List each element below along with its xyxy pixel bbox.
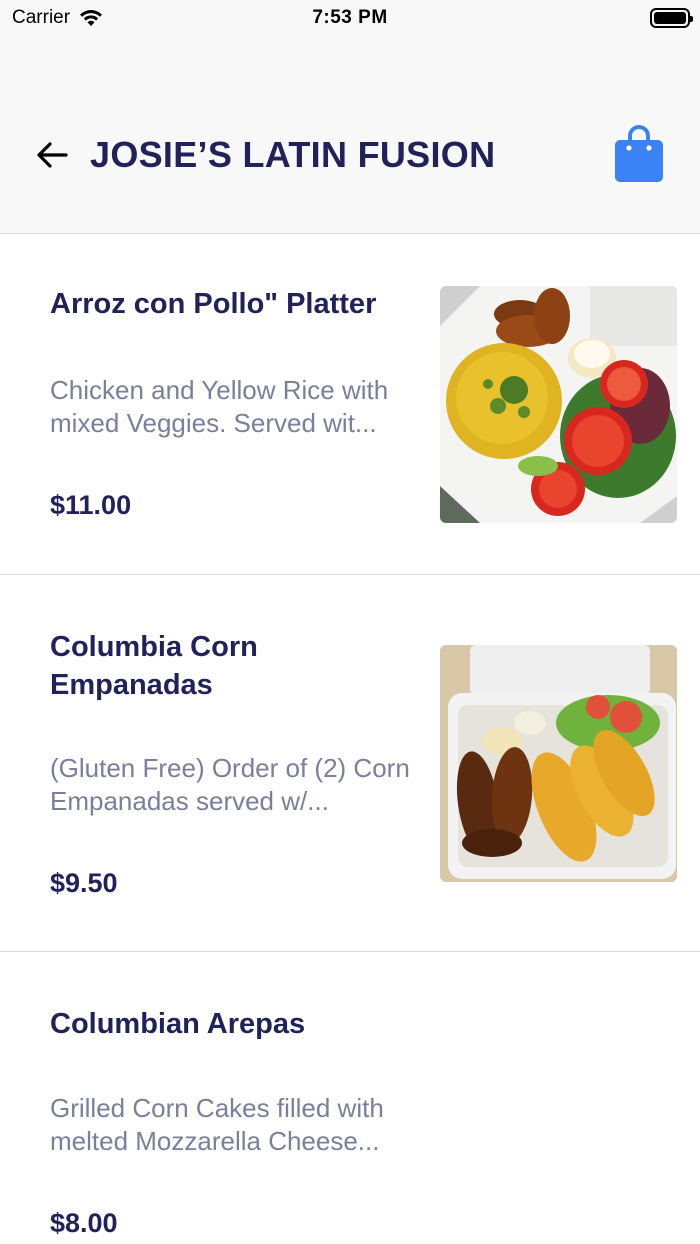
menu-list: Arroz con Pollo" Platter Chicken and Yel…: [0, 235, 700, 1244]
cart-button[interactable]: [612, 124, 666, 186]
item-description: Grilled Corn Cakes filled with melted Mo…: [50, 1093, 384, 1156]
menu-item[interactable]: Arroz con Pollo" Platter Chicken and Yel…: [0, 235, 700, 575]
back-button[interactable]: [34, 136, 72, 174]
item-name: Columbian Arepas: [50, 1008, 306, 1040]
arrow-left-icon: [37, 142, 68, 168]
corn-empanadas-photo: [440, 645, 677, 882]
battery-icon: [650, 8, 693, 28]
battery-level: [654, 12, 686, 24]
arroz-con-pollo-illustration: [440, 286, 677, 523]
shopping-bag-icon: [615, 125, 663, 182]
status-time: 7:53 PM: [312, 7, 388, 28]
menu-item[interactable]: Columbian Arepas Grilled Corn Cakes fill…: [0, 952, 700, 1244]
status-right: [650, 8, 693, 28]
item-price: $11.00: [50, 490, 132, 520]
page-title: JOSIE’S LATIN FUSION: [90, 134, 496, 175]
item-price: $9.50: [50, 868, 118, 898]
navigation-header: JOSIE’S LATIN FUSION: [0, 36, 700, 234]
arroz-con-pollo-photo: [440, 286, 677, 523]
item-price: $8.00: [50, 1208, 118, 1238]
item-name: Arroz con Pollo" Platter: [50, 288, 377, 320]
item-name: Columbia Corn Empanadas: [50, 631, 258, 701]
menu-item[interactable]: Columbia Corn Empanadas (Gluten Free) Or…: [0, 575, 700, 952]
item-description: (Gluten Free) Order of (2) Corn Empanada…: [50, 753, 410, 816]
status-bar: Carrier 7:53 PM: [0, 0, 700, 36]
item-description: Chicken and Yellow Rice with mixed Veggi…: [50, 375, 389, 438]
corn-empanadas-illustration: [440, 645, 677, 882]
